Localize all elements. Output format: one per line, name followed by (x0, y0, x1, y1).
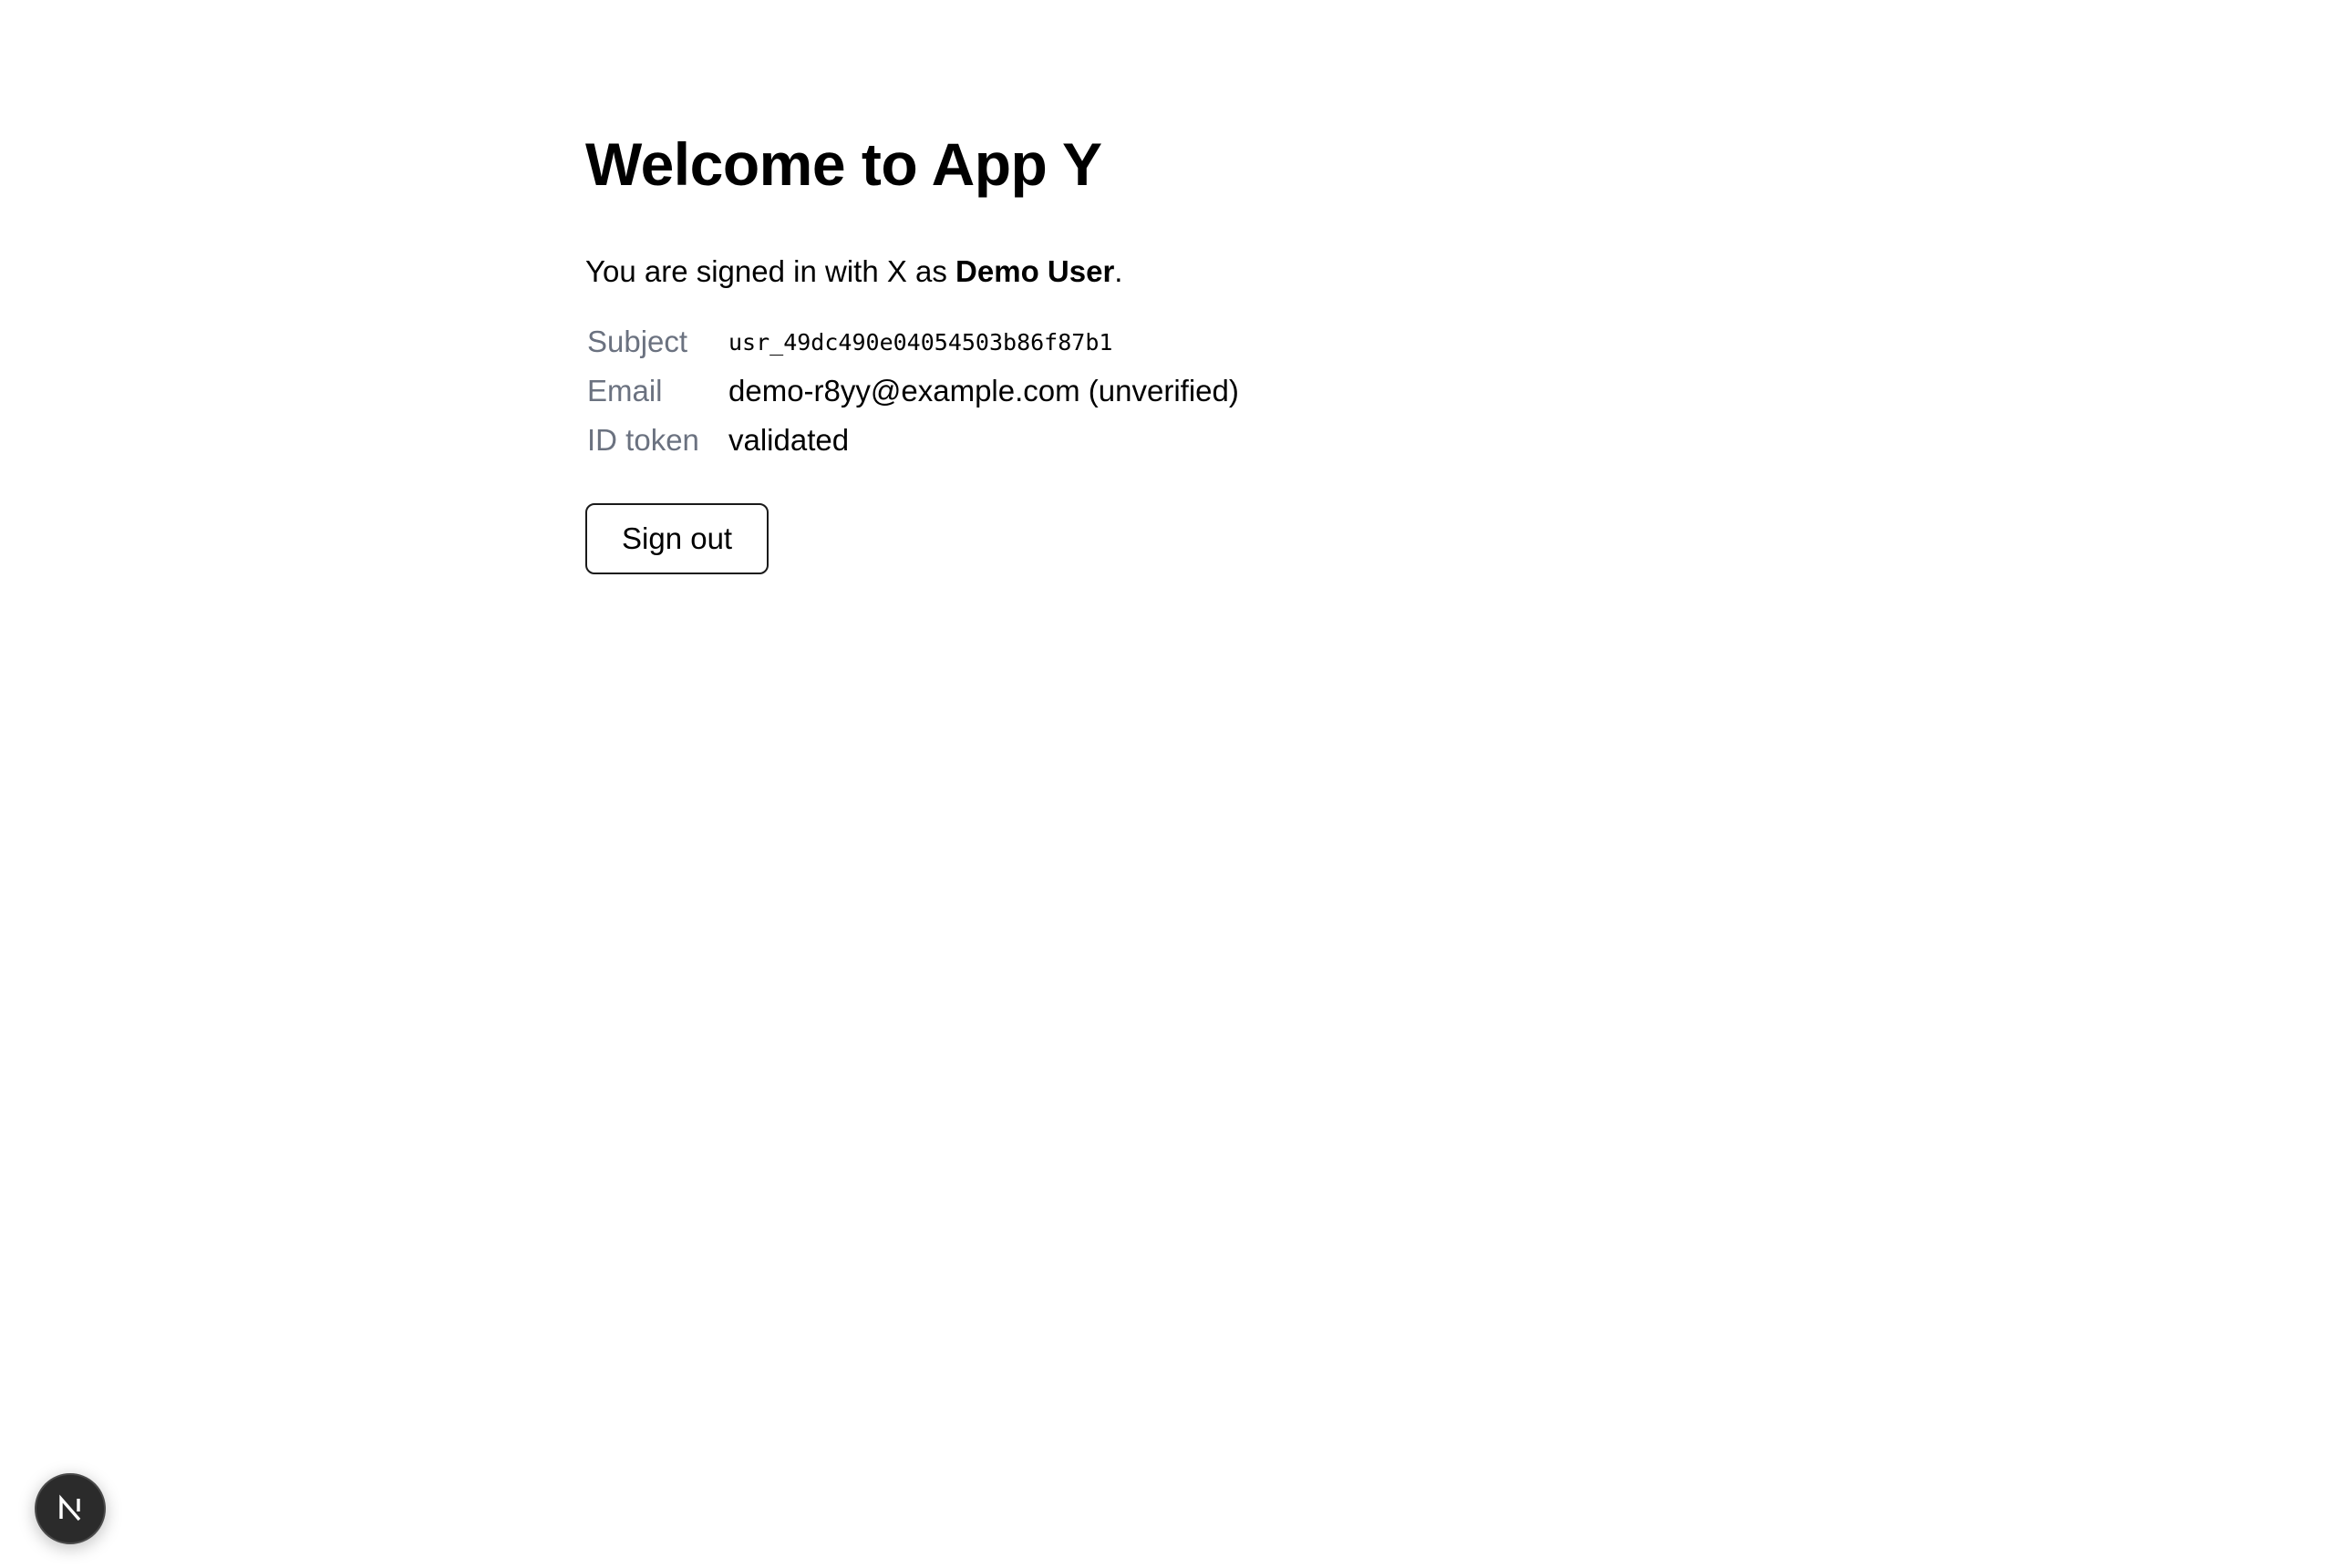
id-token-value: validated (728, 423, 850, 457)
detail-row-id-token: ID token validated (585, 416, 1239, 465)
sign-out-button[interactable]: Sign out (585, 503, 769, 574)
main-content: Welcome to App Y You are signed in with … (585, 128, 1862, 574)
signed-in-message: You are signed in with X as Demo User. (585, 252, 1862, 292)
signed-in-prefix: You are signed in with X as (585, 254, 956, 288)
subject-value: usr_49dc490e04054503b86f87b1 (728, 328, 1113, 356)
detail-label: Email (587, 374, 663, 407)
account-details: Subject usr_49dc490e04054503b86f87b1 Ema… (585, 317, 1239, 465)
nextjs-dev-tools-button[interactable] (35, 1473, 106, 1544)
detail-label: Subject (587, 325, 688, 358)
user-name: Demo User (955, 254, 1115, 288)
nextjs-logo-icon (55, 1493, 86, 1524)
detail-label: ID token (587, 423, 699, 457)
page-title: Welcome to App Y (585, 130, 1102, 198)
page: Welcome to App Y You are signed in with … (0, 0, 2334, 1568)
detail-row-email: Email demo-r8yy@example.com (unverified) (585, 366, 1239, 416)
email-value: demo-r8yy@example.com (unverified) (728, 374, 1239, 407)
signed-in-suffix: . (1114, 254, 1123, 288)
detail-row-subject: Subject usr_49dc490e04054503b86f87b1 (585, 317, 1239, 366)
